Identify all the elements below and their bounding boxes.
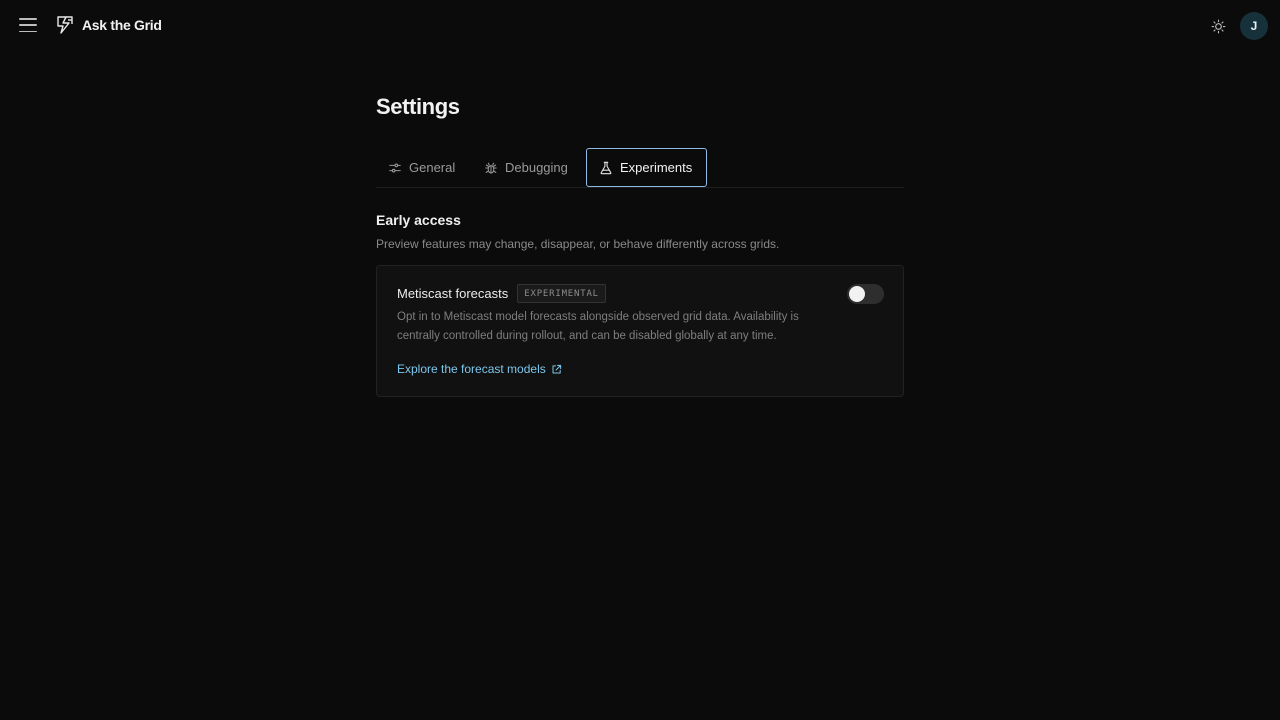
- external-link-icon: [552, 364, 561, 373]
- tab-debugging[interactable]: Debugging: [484, 148, 568, 187]
- link-label: Explore the forecast models: [397, 362, 546, 376]
- menu-icon-line: [19, 18, 37, 20]
- flask-icon: [600, 161, 612, 174]
- tab-label: General: [409, 160, 456, 175]
- tab-experiments[interactable]: Experiments: [586, 148, 707, 187]
- toggle-knob: [849, 286, 865, 302]
- explore-forecast-models-link[interactable]: Explore the forecast models: [397, 362, 562, 376]
- settings-tabs: General Debugging Experiments: [376, 148, 904, 188]
- section-title: Early access: [376, 212, 461, 228]
- menu-icon-line: [19, 24, 37, 26]
- experimental-badge: EXPERIMENTAL: [517, 284, 606, 303]
- grid-logo-icon: [57, 16, 73, 34]
- bug-icon: [485, 162, 497, 174]
- section-description: Preview features may change, disappear, …: [376, 237, 780, 251]
- settings-content: Settings General Debugging Experiments E…: [376, 94, 904, 397]
- tab-label: Debugging: [505, 160, 568, 175]
- tab-general[interactable]: General: [388, 148, 455, 187]
- feature-title-row: Metiscast forecasts EXPERIMENTAL: [397, 284, 606, 303]
- theme-toggle-button[interactable]: [1208, 16, 1228, 36]
- page-title: Settings: [376, 94, 460, 119]
- metiscast-toggle[interactable]: [847, 284, 884, 304]
- user-avatar[interactable]: J: [1240, 12, 1268, 40]
- sliders-icon: [389, 163, 401, 172]
- feature-title: Metiscast forecasts: [397, 286, 509, 301]
- app-name: Ask the Grid: [82, 17, 162, 33]
- brand-link[interactable]: Ask the Grid: [55, 14, 162, 36]
- top-bar: Ask the Grid J: [0, 0, 1280, 50]
- menu-icon-line: [19, 30, 37, 32]
- menu-button[interactable]: [18, 16, 38, 34]
- tab-label: Experiments: [620, 160, 693, 175]
- sun-icon: [1211, 19, 1225, 33]
- feature-card-metiscast: Metiscast forecasts EXPERIMENTAL Opt in …: [376, 265, 904, 397]
- feature-description: Opt in to Metiscast model forecasts alon…: [397, 311, 799, 342]
